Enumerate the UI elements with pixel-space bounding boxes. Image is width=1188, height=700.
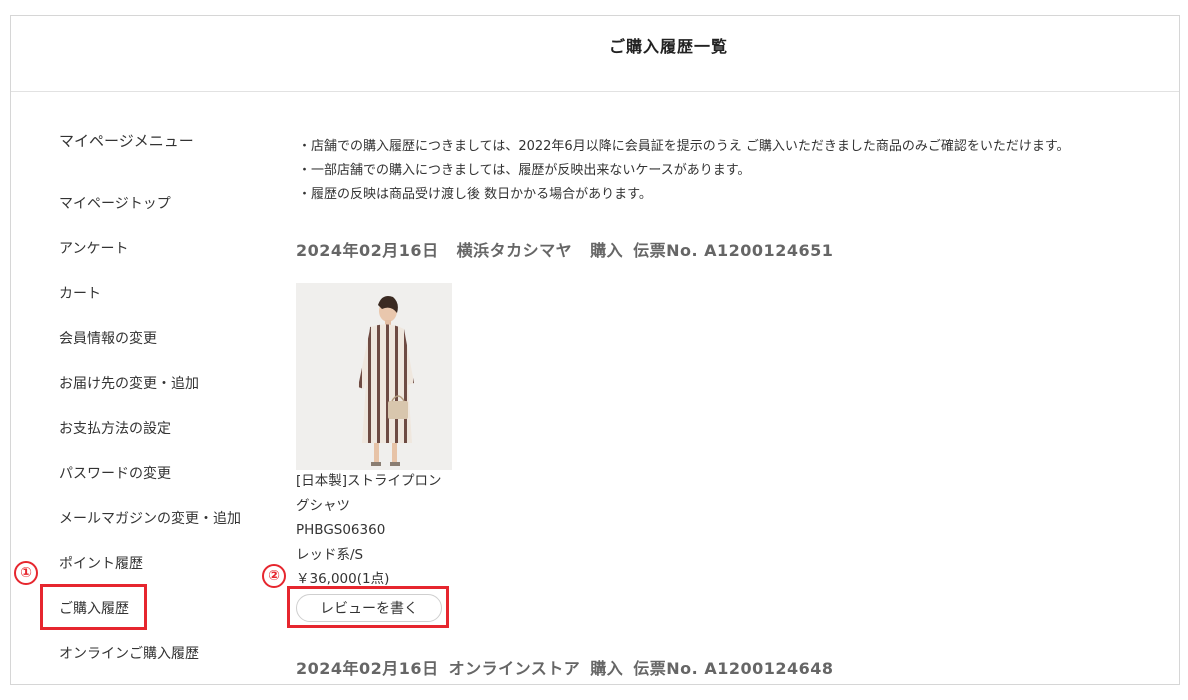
menu-item-member-info[interactable]: 会員情報の変更 — [59, 328, 157, 348]
product-info: [日本製]ストライプロン グシャツ PHBGS06360 レッド系/S ￥36,… — [296, 469, 456, 592]
product-image[interactable] — [296, 283, 452, 470]
menu-item-mail-magazine[interactable]: メールマガジンの変更・追加 — [59, 508, 241, 528]
menu-item-point-history[interactable]: ポイント履歴 — [59, 553, 143, 573]
order-date: 2024年02月16日 — [296, 659, 439, 678]
menu-item-payment[interactable]: お支払方法の設定 — [59, 418, 171, 438]
menu-item-online-purchase-history[interactable]: オンラインご購入履歴 — [59, 643, 199, 663]
order-slip: 伝票No. A1200124651 — [633, 241, 834, 260]
notes: ・店舗での購入履歴につきましては、2022年6月以降に会員証を提示のうえ ご購入… — [298, 135, 1070, 207]
page-frame: ご購入履歴一覧 マイページメニュー マイページトップ アンケート カート 会員情… — [10, 15, 1180, 685]
page-title: ご購入履歴一覧 — [609, 37, 729, 56]
product-color-size: レッド系/S — [296, 546, 364, 563]
menu-heading: マイページメニュー — [59, 132, 194, 150]
annotation-highlight-purchase-history — [40, 584, 147, 630]
menu-item-password[interactable]: パスワードの変更 — [59, 463, 171, 483]
product-photo — [296, 283, 452, 470]
annotation-step-2: ② — [262, 564, 286, 588]
order-store: オンラインストア — [448, 659, 581, 678]
order-store: 横浜タカシマヤ — [456, 241, 573, 260]
order-date: 2024年02月16日 — [296, 241, 439, 260]
note-line: ・店舗での購入履歴につきましては、2022年6月以降に会員証を提示のうえ ご購入… — [298, 139, 1070, 154]
note-line: ・履歴の反映は商品受け渡し後 数日かかる場合があります。 — [298, 187, 652, 202]
order-type: 購入 — [590, 659, 624, 678]
menu-item-delivery-address[interactable]: お届け先の変更・追加 — [59, 373, 199, 393]
product-code: PHBGS06360 — [296, 522, 386, 538]
annotation-step-1: ① — [14, 561, 38, 585]
order-header: 2024年02月16日 横浜タカシマヤ 購入 伝票No. A1200124651 — [296, 237, 851, 261]
note-line: ・一部店舗での購入につきましては、履歴が反映出来ないケースがあります。 — [298, 163, 751, 178]
product-name-cont[interactable]: グシャツ — [296, 494, 456, 519]
order-slip: 伝票No. A1200124648 — [633, 659, 834, 678]
menu-item-survey[interactable]: アンケート — [59, 238, 128, 258]
order-header: 2024年02月16日 オンラインストア 購入 伝票No. A1200124648 — [296, 655, 852, 679]
title-bar: ご購入履歴一覧 — [11, 16, 1179, 92]
annotation-highlight-review-button — [287, 586, 449, 628]
menu-item-cart[interactable]: カート — [59, 283, 101, 303]
product-name[interactable]: [日本製]ストライプロン — [296, 469, 456, 494]
menu-item-mypage-top[interactable]: マイページトップ — [59, 193, 171, 213]
order-type: 購入 — [590, 241, 624, 260]
